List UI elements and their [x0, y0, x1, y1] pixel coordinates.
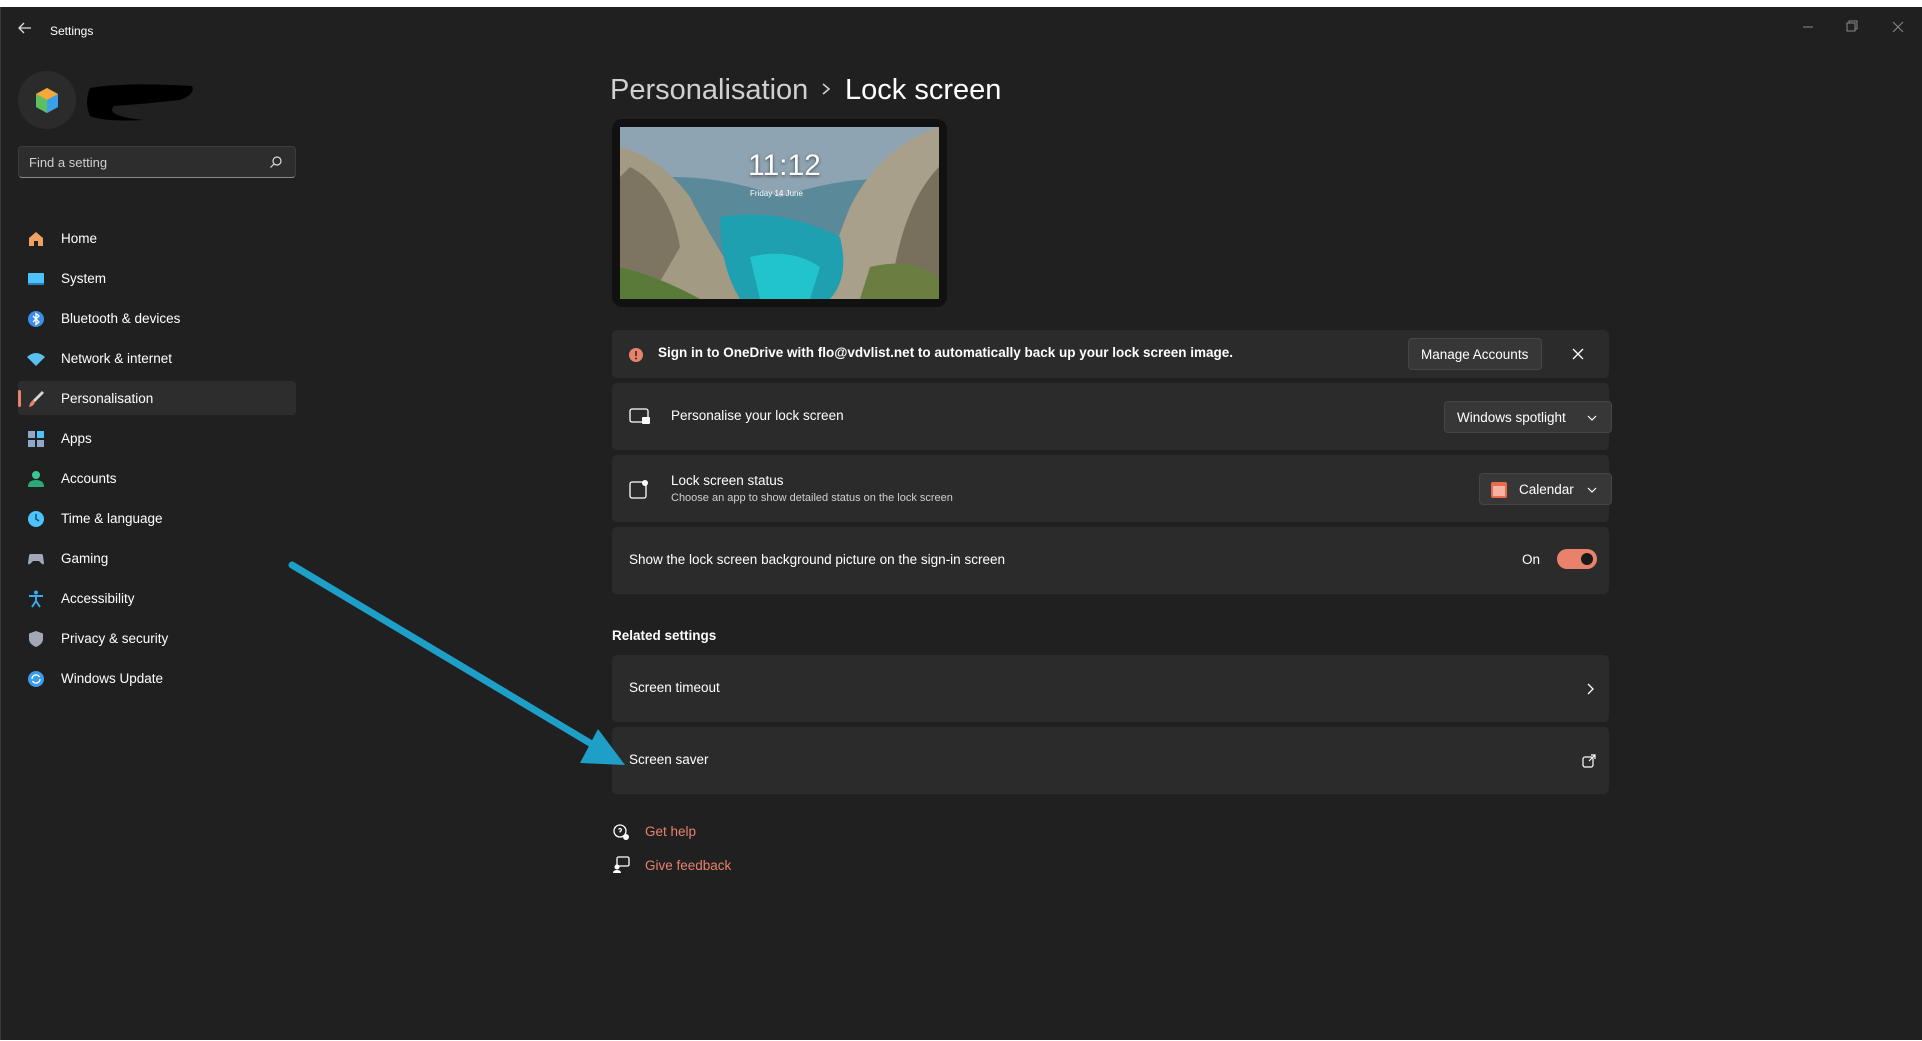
search-icon[interactable] [269, 155, 283, 169]
sidebar-item-time-language[interactable]: Time & language [18, 501, 296, 535]
signin-background-toggle[interactable] [1557, 549, 1597, 569]
personalise-title: Personalise your lock screen [671, 408, 844, 423]
screen-saver-label: Screen saver [629, 752, 709, 767]
sidebar-item-apps[interactable]: Apps [18, 421, 296, 455]
sidebar-item-system[interactable]: System [18, 261, 296, 295]
personalise-lock-screen-row[interactable]: Personalise your lock screen Windows spo… [612, 383, 1612, 450]
search-box[interactable]: Find a setting [18, 146, 296, 178]
sidebar-item-accessibility[interactable]: Accessibility [18, 581, 296, 615]
back-arrow-icon[interactable] [16, 19, 34, 37]
status-icon [629, 480, 648, 499]
dropdown-value: Calendar [1519, 482, 1574, 497]
banner-message: Sign in to OneDrive with flo@vdvlist.net… [658, 345, 1234, 360]
get-help-icon [613, 824, 629, 840]
manage-accounts-button[interactable]: Manage Accounts [1408, 338, 1542, 370]
sidebar-item-label: Accessibility [61, 591, 135, 606]
chevron-down-icon [1587, 415, 1597, 421]
title-bar: Settings [0, 7, 1922, 47]
accounts-icon [28, 471, 44, 487]
sidebar-item-label: Accounts [61, 471, 117, 486]
time-language-icon [28, 511, 44, 527]
screen-timeout-label: Screen timeout [629, 680, 720, 695]
preview-clock: 11:12 [748, 149, 821, 182]
sidebar-item-label: Bluetooth & devices [61, 311, 181, 326]
sidebar-item-label: Home [61, 231, 98, 246]
chevron-right-icon [822, 83, 831, 95]
sidebar-item-privacy[interactable]: Privacy & security [18, 621, 296, 655]
chevron-right-icon [1587, 683, 1594, 695]
page-title: Lock screen [845, 74, 1002, 106]
accessibility-icon [29, 590, 43, 608]
sidebar-item-label: Network & internet [61, 351, 173, 366]
selection-indicator [18, 390, 21, 407]
sidebar-item-label: Windows Update [61, 671, 164, 686]
chevron-down-icon [1587, 487, 1597, 493]
sidebar-item-personalisation[interactable]: Personalisation [18, 381, 296, 415]
signin-background-row: Show the lock screen background picture … [612, 527, 1609, 594]
sidebar-item-gaming[interactable]: Gaming [18, 541, 296, 575]
sidebar-item-label: Personalisation [61, 391, 154, 406]
app-title: Settings [50, 24, 94, 38]
toggle-state-label: On [1522, 552, 1541, 567]
sidebar-item-label: System [61, 271, 107, 286]
info-icon [629, 348, 643, 362]
update-icon [28, 671, 44, 687]
signin-background-title: Show the lock screen background picture … [629, 552, 1005, 567]
preview-date: Friday 14 June [750, 189, 803, 198]
status-app-dropdown[interactable]: Calendar [1479, 473, 1612, 505]
toggle-knob [1581, 553, 1593, 565]
sidebar-item-home[interactable]: Home [18, 221, 296, 255]
lock-screen-icon [629, 408, 650, 424]
get-help-link[interactable]: Get help [645, 824, 696, 839]
sidebar-item-bluetooth[interactable]: Bluetooth & devices [18, 301, 296, 335]
onedrive-banner: Sign in to OneDrive with flo@vdvlist.net… [612, 330, 1609, 378]
annotation-arrow [288, 561, 625, 765]
system-icon [28, 273, 44, 285]
apps-icon [28, 431, 44, 447]
network-icon [27, 353, 45, 366]
lock-screen-preview: 11:12 Friday 14 June [612, 119, 947, 307]
sidebar-item-label: Time & language [61, 511, 163, 526]
calendar-icon [1491, 482, 1507, 498]
sidebar: Find a setting Home System Bluetooth & d… [0, 47, 300, 1037]
avatar[interactable] [18, 71, 76, 129]
brush-icon [29, 391, 44, 407]
sidebar-item-label: Gaming [61, 551, 109, 566]
close-icon[interactable] [1888, 17, 1908, 37]
home-icon [29, 232, 43, 246]
sidebar-item-windows-update[interactable]: Windows Update [18, 661, 296, 695]
manage-accounts-label: Manage Accounts [1421, 347, 1529, 362]
gaming-icon [28, 554, 44, 565]
minimize-icon[interactable] [1798, 17, 1818, 37]
bluetooth-icon [28, 311, 44, 327]
breadcrumb-parent[interactable]: Personalisation [610, 74, 808, 107]
feedback-icon [613, 856, 630, 873]
sidebar-item-accounts[interactable]: Accounts [18, 461, 296, 495]
status-title: Lock screen status [671, 473, 784, 488]
sidebar-item-network[interactable]: Network & internet [18, 341, 296, 375]
close-icon[interactable] [1570, 346, 1586, 362]
status-subtitle: Choose an app to show detailed status on… [671, 492, 953, 504]
give-feedback-link[interactable]: Give feedback [645, 858, 731, 873]
redacted-username [87, 84, 193, 121]
screen-timeout-row[interactable]: Screen timeout [612, 655, 1609, 722]
search-placeholder: Find a setting [29, 155, 108, 170]
lock-screen-type-dropdown[interactable]: Windows spotlight [1444, 401, 1612, 433]
lock-screen-status-row[interactable]: Lock screen status Choose an app to show… [612, 455, 1612, 522]
sidebar-item-label: Apps [61, 431, 92, 446]
shield-icon [29, 631, 43, 647]
account-logo-icon [36, 88, 58, 113]
screen-saver-row[interactable]: Screen saver [612, 727, 1609, 794]
settings-window: Settings Find a setting Home System Blue… [0, 7, 1922, 1041]
sidebar-item-label: Privacy & security [61, 631, 169, 646]
restore-icon[interactable] [1842, 17, 1862, 37]
dropdown-value: Windows spotlight [1457, 410, 1566, 425]
external-link-icon [1582, 754, 1596, 768]
